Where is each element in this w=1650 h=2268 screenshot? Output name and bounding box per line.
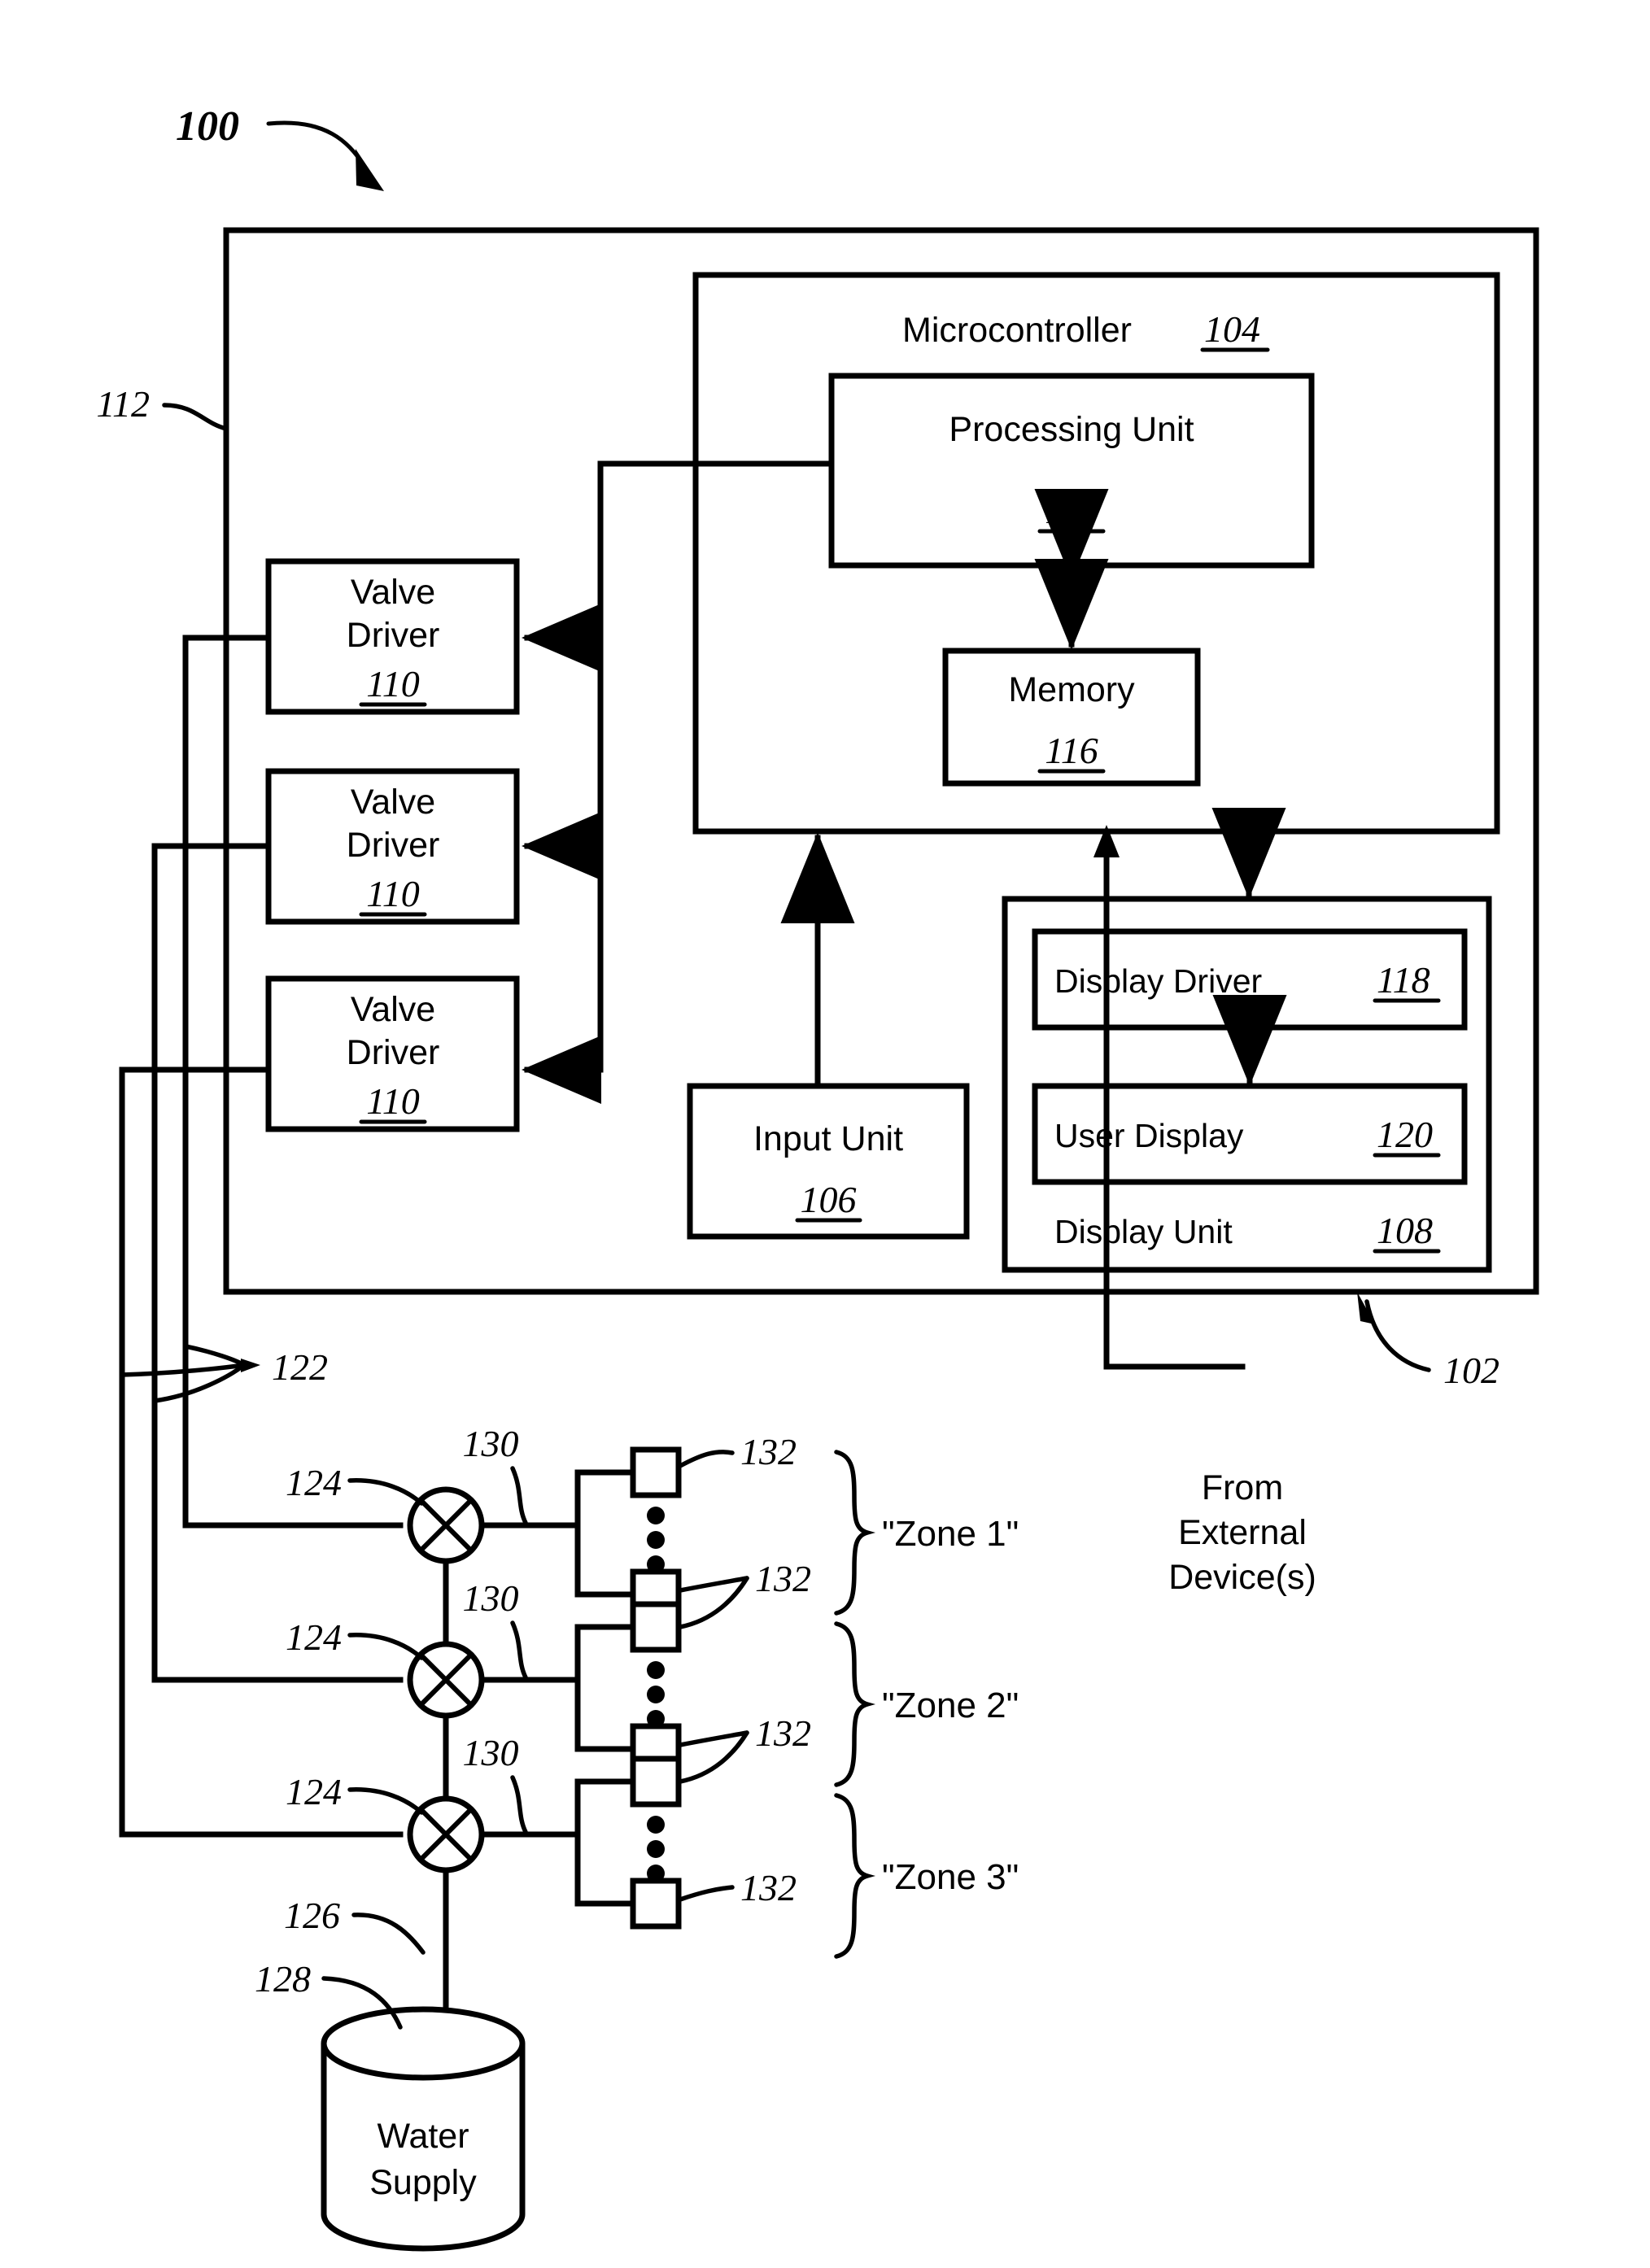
processing-unit-label: Processing Unit (949, 410, 1194, 449)
valve-driver-3-line2: Driver (347, 1033, 440, 1072)
zone-label-2: "Zone 2" (882, 1686, 1019, 1725)
ref-130-2: 130 (463, 1577, 519, 1619)
text-layer: 100 112 102 122 126 128 Microcontroller … (96, 103, 1499, 2202)
input-unit-label: Input Unit (753, 1119, 903, 1158)
ref-112: 112 (96, 383, 150, 425)
ref-132-2: 132 (755, 1558, 811, 1599)
external-line1: From (1202, 1468, 1283, 1507)
display-unit-label: Display Unit (1054, 1213, 1233, 1250)
valve-driver-2-line2: Driver (347, 826, 440, 865)
display-driver-label: Display Driver (1054, 962, 1262, 1000)
patent-figure-canvas: 100 112 102 122 126 128 Microcontroller … (0, 0, 1650, 2268)
figure-ref-100: 100 (176, 103, 239, 150)
memory-ref: 116 (1045, 730, 1098, 771)
ref-126: 126 (284, 1895, 340, 1936)
valve-driver-3-line1: Valve (351, 990, 435, 1029)
ref-130-1: 130 (463, 1423, 519, 1464)
valve-driver-2-ref: 110 (366, 873, 420, 914)
microcontroller-label: Microcontroller (902, 311, 1132, 350)
zone-label-3: "Zone 3" (882, 1857, 1019, 1897)
water-supply-line2: Supply (369, 2163, 477, 2202)
memory-label: Memory (1008, 670, 1135, 709)
valve-driver-1-line2: Driver (347, 616, 440, 655)
user-display-ref: 120 (1377, 1114, 1433, 1155)
external-line2: External (1178, 1513, 1307, 1552)
valve-driver-2-line1: Valve (351, 783, 435, 822)
external-line3: Device(s) (1168, 1558, 1316, 1597)
microcontroller-ref: 104 (1204, 308, 1260, 350)
ref-132-4: 132 (740, 1867, 797, 1908)
processing-unit-ref: 114 (1045, 490, 1098, 531)
ref-130-3: 130 (463, 1732, 519, 1773)
ref-132-3: 132 (755, 1712, 811, 1754)
ref-124-3: 124 (286, 1771, 342, 1812)
valve-driver-1-ref: 110 (366, 663, 420, 704)
valve-driver-3-ref: 110 (366, 1080, 420, 1122)
display-driver-ref: 118 (1377, 959, 1430, 1001)
user-display-label: User Display (1054, 1117, 1244, 1154)
ref-102: 102 (1443, 1350, 1499, 1391)
zone-label-1: "Zone 1" (882, 1514, 1019, 1554)
input-unit-ref: 106 (801, 1179, 857, 1220)
valve-driver-1-line1: Valve (351, 573, 435, 612)
display-unit-ref: 108 (1377, 1210, 1433, 1251)
ref-122: 122 (272, 1346, 328, 1388)
ref-124-2: 124 (286, 1616, 342, 1658)
ref-128: 128 (255, 1958, 311, 2000)
ref-124-1: 124 (286, 1462, 342, 1503)
water-supply-line1: Water (377, 2117, 469, 2156)
ref-132-1: 132 (740, 1431, 797, 1472)
